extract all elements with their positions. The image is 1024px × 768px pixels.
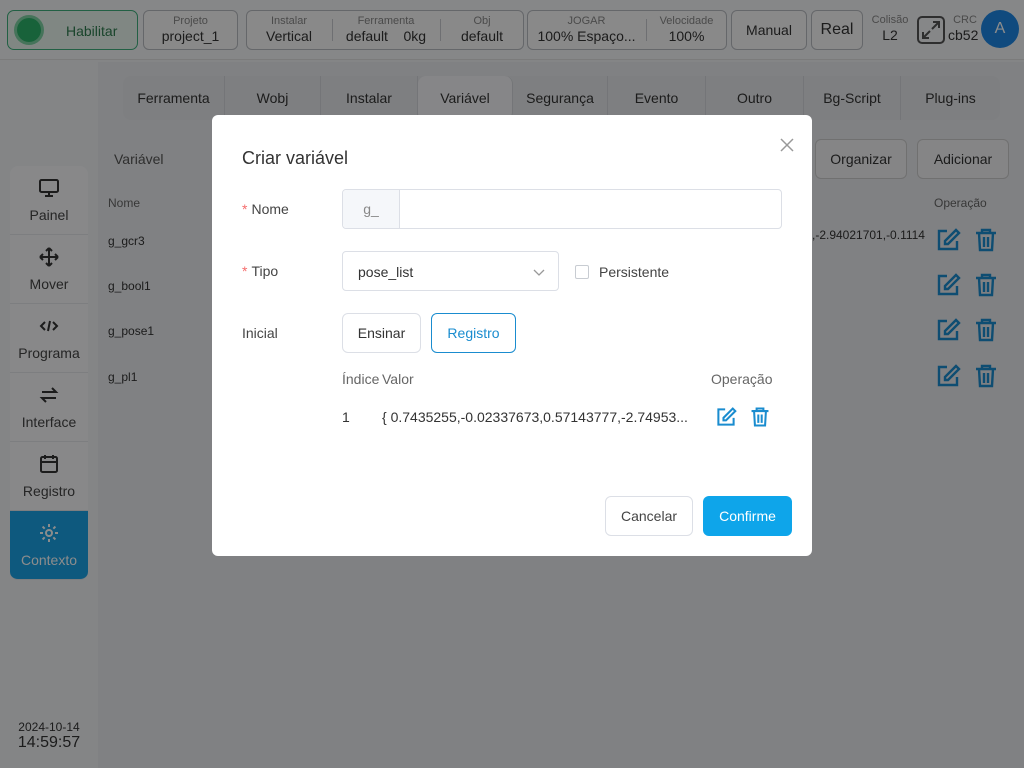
create-variable-dialog: Criar variável * Nome g_ * Tipo pose_list …: [212, 115, 812, 556]
type-label-text: Tipo: [251, 263, 279, 279]
initial-label: Inicial: [242, 325, 278, 341]
name-input-group: g_: [342, 189, 782, 229]
type-select-value: pose_list: [358, 264, 414, 280]
name-prefix: g_: [343, 190, 400, 228]
dialog-title: Criar variável: [242, 148, 349, 168]
row-index: 1: [342, 409, 350, 425]
column-header-index: Índice: [342, 371, 380, 387]
row-value: { 0.7435255,-0.02337673,0.57143777,-2.74…: [382, 409, 688, 425]
confirm-button[interactable]: Confirme: [703, 496, 792, 536]
name-input[interactable]: [401, 190, 781, 228]
edit-icon[interactable]: [715, 406, 737, 428]
cancel-button[interactable]: Cancelar: [605, 496, 693, 536]
type-label: * Tipo: [242, 263, 279, 279]
record-button[interactable]: Registro: [431, 313, 516, 353]
column-header-value: Valor: [382, 371, 414, 387]
persistent-checkbox[interactable]: [575, 265, 589, 279]
column-header-operation: Operação: [711, 371, 773, 387]
delete-icon[interactable]: [749, 406, 771, 428]
teach-button[interactable]: Ensinar: [342, 313, 421, 353]
type-select[interactable]: pose_list: [342, 251, 559, 291]
persistent-label[interactable]: Persistente: [599, 264, 669, 280]
name-label: * Nome: [242, 201, 289, 217]
chevron-down-icon: [533, 269, 545, 276]
close-icon[interactable]: [778, 136, 796, 154]
name-label-text: Nome: [251, 201, 289, 217]
